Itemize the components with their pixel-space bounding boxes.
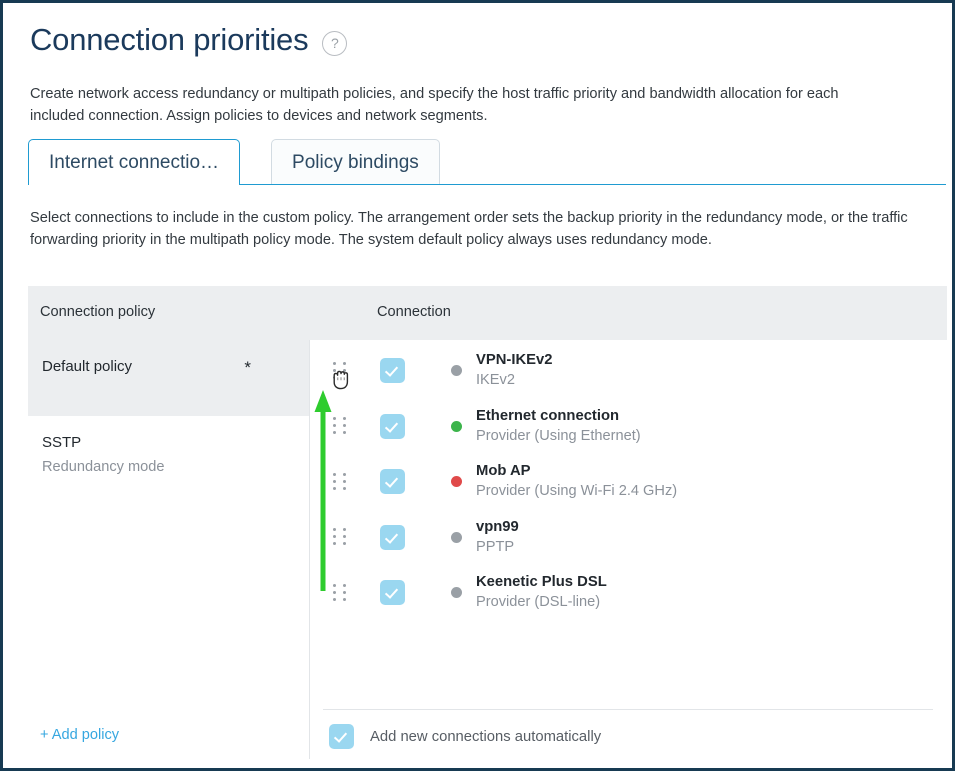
title-row: Connection priorities ?	[30, 21, 932, 59]
connection-text: Mob AP Provider (Using Wi-Fi 2.4 GHz)	[476, 462, 923, 501]
connection-name: Keenetic Plus DSL	[476, 574, 607, 591]
page-header: Connection priorities ?	[30, 21, 932, 59]
policy-default-star: *	[244, 358, 251, 377]
connection-text: Keenetic Plus DSL Provider (DSL-line)	[476, 573, 923, 612]
connection-sub: IKEv2	[476, 372, 515, 389]
drag-handle-icon[interactable]	[331, 471, 349, 493]
policy-item-default[interactable]: Default policy *	[28, 340, 309, 416]
table-header: Connection policy Connection	[28, 286, 947, 340]
policy-list: Default policy * SSTP Redundancy mode	[28, 340, 309, 492]
connection-checkbox[interactable]	[380, 524, 405, 550]
connection-list: VPN-IKEv2 IKEv2 Ethernet connection Prov…	[323, 343, 923, 621]
status-dot-grey	[451, 365, 462, 377]
connection-sub: Provider (Using Wi-Fi 2.4 GHz)	[476, 483, 678, 500]
auto-add-label: Add new connections automatically	[370, 728, 602, 745]
status-dot-grey	[451, 587, 462, 599]
auto-add-checkbox[interactable]	[329, 724, 354, 749]
page-title: Connection priorities	[30, 22, 309, 57]
connection-checkbox[interactable]	[380, 358, 405, 384]
connection-checkbox[interactable]	[380, 580, 405, 606]
connection-row[interactable]: VPN-IKEv2 IKEv2	[323, 343, 923, 399]
status-dot-grey	[451, 531, 462, 543]
column-header-connection-policy: Connection policy	[40, 304, 156, 320]
tab-label: Policy bindings	[292, 151, 419, 173]
tab-policy-bindings[interactable]: Policy bindings	[271, 139, 440, 185]
page-description: Create network access redundancy or mult…	[30, 86, 839, 124]
tab-label: Internet connectio…	[49, 151, 220, 173]
status-dot-green	[451, 420, 462, 432]
connection-sub: Provider (DSL-line)	[476, 594, 601, 611]
connection-text: VPN-IKEv2 IKEv2	[476, 351, 923, 390]
drag-handle-icon[interactable]	[331, 360, 349, 382]
connection-text: vpn99 PPTP	[476, 518, 923, 557]
connection-row[interactable]: Mob AP Provider (Using Wi-Fi 2.4 GHz)	[323, 454, 923, 510]
connection-name: Mob AP	[476, 463, 531, 480]
policy-name: Default policy	[42, 358, 133, 375]
tab-internet-connections[interactable]: Internet connectio…	[28, 139, 241, 186]
drag-handle-icon[interactable]	[331, 415, 349, 437]
drag-handle-icon[interactable]	[331, 582, 349, 604]
connection-name: vpn99	[476, 518, 519, 535]
connection-row[interactable]: Ethernet connection Provider (Using Ethe…	[323, 399, 923, 455]
connection-row[interactable]: Keenetic Plus DSL Provider (DSL-line)	[323, 565, 923, 621]
connection-checkbox[interactable]	[380, 413, 405, 439]
connection-checkbox[interactable]	[380, 469, 405, 495]
drag-handle-icon[interactable]	[331, 526, 349, 548]
connection-sub: Provider (Using Ethernet)	[476, 427, 641, 444]
question-circle-icon[interactable]: ?	[322, 30, 348, 56]
connection-name: VPN-IKEv2	[476, 352, 553, 369]
column-divider	[309, 340, 310, 759]
connection-name: Ethernet connection	[476, 407, 620, 424]
policy-name: SSTP	[42, 434, 82, 451]
status-dot-red	[451, 476, 462, 488]
auto-add-row[interactable]: Add new connections automatically	[329, 724, 601, 749]
connection-row[interactable]: vpn99 PPTP	[323, 510, 923, 566]
policy-item-sstp[interactable]: SSTP Redundancy mode	[28, 416, 309, 492]
section-description: Select connections to include in the cus…	[30, 210, 908, 248]
connection-text: Ethernet connection Provider (Using Ethe…	[476, 407, 923, 446]
tab-bar: Internet connectio… Policy bindings	[28, 139, 941, 186]
connection-sub: PPTP	[476, 538, 515, 555]
add-policy-button[interactable]: + Add policy	[40, 727, 119, 743]
policy-mode: Redundancy mode	[42, 459, 165, 475]
list-footer-divider	[323, 709, 933, 710]
app-window: Connection priorities ? Create network a…	[0, 0, 955, 771]
column-header-connection: Connection	[377, 304, 451, 320]
